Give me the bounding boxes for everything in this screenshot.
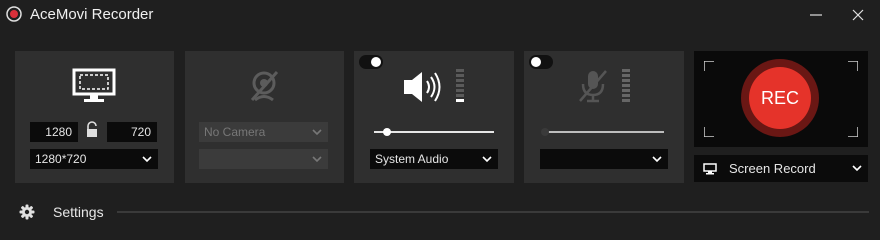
camera-select[interactable]: No Camera	[199, 122, 328, 142]
app-logo-icon	[6, 6, 22, 22]
height-input[interactable]: 720	[107, 122, 157, 142]
close-icon[interactable]	[846, 4, 870, 26]
chevron-down-icon	[652, 156, 662, 163]
camera-value: No Camera	[204, 125, 266, 139]
monitor-icon[interactable]	[72, 68, 116, 104]
record-panel: REC	[694, 51, 868, 147]
title-bar: AceMovi Recorder	[0, 0, 880, 30]
mic-level-meter	[622, 69, 630, 104]
camera-panel: No Camera	[185, 51, 344, 183]
system-audio-panel: System Audio	[354, 51, 514, 183]
resolution-select[interactable]: 1280*720	[30, 149, 158, 169]
record-button-label: REC	[749, 67, 811, 129]
microphone-volume-slider[interactable]	[544, 131, 664, 133]
mic-slider-handle[interactable]	[541, 128, 549, 136]
screen-panel: 1280 720 1280*720	[15, 51, 174, 183]
system-audio-toggle[interactable]	[359, 55, 383, 69]
settings-button[interactable]: Settings	[53, 204, 104, 220]
chevron-down-icon	[482, 156, 492, 163]
minimize-icon[interactable]	[804, 4, 828, 26]
gear-icon[interactable]	[19, 204, 35, 220]
screen-record-icon	[703, 163, 717, 175]
system-audio-value: System Audio	[375, 152, 449, 166]
chevron-down-icon	[312, 156, 322, 163]
settings-row: Settings	[0, 198, 880, 226]
record-button[interactable]: REC	[741, 59, 819, 137]
divider	[117, 211, 869, 213]
chevron-down-icon	[852, 165, 862, 172]
microphone-select[interactable]	[540, 149, 668, 169]
toggle-knob	[531, 57, 541, 67]
microphone-off-icon	[579, 70, 607, 103]
speaker-icon	[404, 72, 441, 102]
width-input[interactable]: 1280	[30, 122, 78, 142]
camera-format-select[interactable]	[199, 149, 328, 169]
webcam-off-icon	[250, 71, 279, 102]
resolution-value: 1280*720	[35, 152, 87, 166]
system-audio-volume-slider[interactable]	[374, 131, 494, 133]
record-mode-value: Screen Record	[729, 161, 816, 176]
microphone-toggle[interactable]	[529, 55, 553, 69]
audio-level-meter	[456, 69, 464, 104]
chevron-down-icon	[312, 129, 322, 136]
app-title: AceMovi Recorder	[30, 6, 154, 23]
toggle-knob	[371, 57, 381, 67]
volume-slider-handle[interactable]	[383, 128, 391, 136]
microphone-panel	[524, 51, 684, 183]
record-mode-select[interactable]: Screen Record	[694, 155, 868, 182]
aspect-lock-icon[interactable]	[85, 121, 99, 139]
system-audio-select[interactable]: System Audio	[370, 149, 498, 169]
chevron-down-icon	[142, 156, 152, 163]
